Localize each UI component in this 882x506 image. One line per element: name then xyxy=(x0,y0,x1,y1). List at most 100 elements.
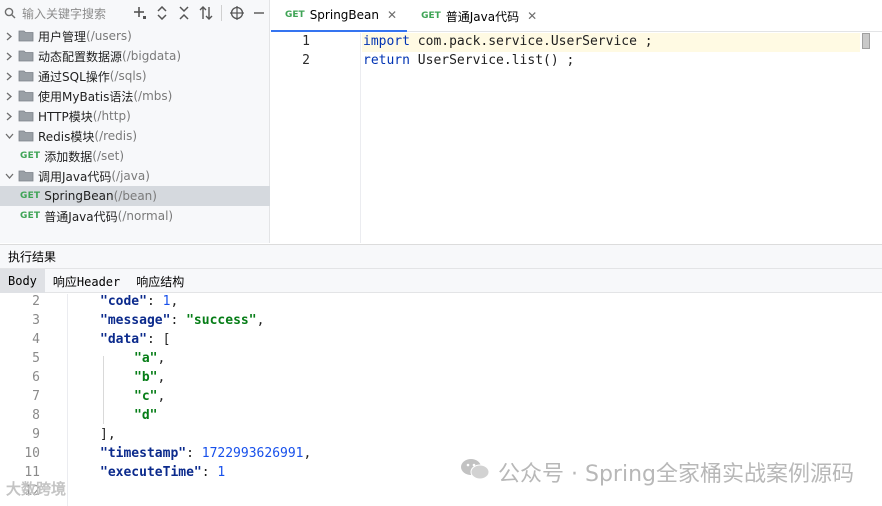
tree-folder-mbs[interactable]: 使用MyBatis语法 (/mbs) xyxy=(0,86,270,106)
tree-item-path: (/redis) xyxy=(94,129,138,143)
json-number: 1722993626991 xyxy=(201,446,304,461)
line-number: 10 xyxy=(24,446,40,461)
json-key: "executeTime" xyxy=(100,465,202,480)
code-line: return UserService.list() ; xyxy=(363,53,574,68)
wechat-watermark: 公众号 · Spring全家桶实战案例源码 xyxy=(460,456,854,488)
http-method-badge: GET xyxy=(421,11,441,21)
tree-item-path: (/mbs) xyxy=(133,89,173,103)
line-number: 7 xyxy=(32,389,40,404)
tab-response-structure[interactable]: 响应结构 xyxy=(128,269,192,293)
chevron-right-icon[interactable] xyxy=(4,31,14,41)
watermark-text: 公众号 · Spring全家桶实战案例源码 xyxy=(498,462,854,487)
json-key: "message" xyxy=(100,313,171,328)
tree-api-bean[interactable]: GET SpringBean (/bean) xyxy=(0,186,270,206)
folder-icon xyxy=(18,170,34,182)
line-number-gutter: 1 2 xyxy=(271,33,361,243)
line-number: 8 xyxy=(32,408,40,423)
results-header: 执行结果 xyxy=(0,244,882,268)
tree-folder-redis[interactable]: Redis模块 (/redis) xyxy=(0,126,270,146)
chevron-right-icon[interactable] xyxy=(4,51,14,61)
search-input[interactable]: 输入关键字搜索 xyxy=(22,5,130,22)
http-method-badge: GET xyxy=(20,191,41,201)
tree-item-path: (/bean) xyxy=(113,189,157,203)
folder-icon xyxy=(18,110,34,122)
tab-normal-java[interactable]: GET 普通Java代码 ✕ xyxy=(407,0,547,32)
json-string: "d" xyxy=(134,408,158,423)
tree-item-path: (/set) xyxy=(92,149,125,163)
chevron-right-icon[interactable] xyxy=(4,71,14,81)
tab-label: SpringBean xyxy=(309,8,379,22)
json-line: "c", xyxy=(134,389,166,404)
tree-item-label: 使用MyBatis语法 xyxy=(38,89,134,104)
wechat-icon xyxy=(460,457,490,487)
json-string: "c" xyxy=(134,389,158,404)
json-line: ], xyxy=(100,427,116,442)
http-method-badge: GET xyxy=(285,10,305,20)
code-keyword: import xyxy=(363,34,410,49)
json-number: 1 xyxy=(162,294,171,309)
tree-api-normal[interactable]: GET 普通Java代码 (/normal) xyxy=(0,206,270,226)
add-icon[interactable] xyxy=(130,2,152,24)
code-editor[interactable]: 1 2 import com.pack.service.UserService … xyxy=(271,33,882,243)
tab-springbean[interactable]: GET SpringBean ✕ xyxy=(271,0,408,32)
search-bar: 输入关键字搜索 xyxy=(0,0,270,26)
folder-icon xyxy=(18,30,34,42)
minimize-icon[interactable] xyxy=(248,2,270,24)
tree-folder-http[interactable]: HTTP模块 (/http) xyxy=(0,106,270,126)
folder-icon xyxy=(18,130,34,142)
json-number: 1 xyxy=(217,465,226,480)
line-number: 4 xyxy=(32,332,40,347)
code-line: import com.pack.service.UserService ; xyxy=(363,34,653,49)
json-line: "executeTime": 1 xyxy=(100,465,226,480)
close-icon[interactable]: ✕ xyxy=(387,8,397,22)
json-key: "code" xyxy=(100,294,147,309)
expand-collapse-icon[interactable] xyxy=(151,2,173,24)
tree-item-path: (/http) xyxy=(92,109,131,123)
tree-item-label: SpringBean xyxy=(44,189,114,203)
line-number: 9 xyxy=(32,427,40,442)
tab-label: 普通Java代码 xyxy=(445,9,520,24)
line-number: 1 xyxy=(302,34,310,49)
line-number: 5 xyxy=(32,351,40,366)
line-number: 2 xyxy=(302,53,310,68)
folder-icon xyxy=(18,70,34,82)
json-line: "data": [ xyxy=(100,332,171,347)
watermark-text: 大数跨境 xyxy=(6,480,67,498)
chevron-down-icon[interactable] xyxy=(4,131,14,141)
tree-item-label: 调用Java代码 xyxy=(38,169,112,184)
json-line: "timestamp": 1722993626991, xyxy=(100,446,312,461)
tree-item-path: (/normal) xyxy=(117,209,174,223)
chevron-right-icon[interactable] xyxy=(4,91,14,101)
tree-folder-users[interactable]: 用户管理 (/users) xyxy=(0,26,270,46)
indent-guide xyxy=(103,356,104,424)
tree-item-label: 添加数据 xyxy=(44,149,93,164)
toolbar-divider xyxy=(221,5,223,21)
close-icon[interactable]: ✕ xyxy=(527,9,537,23)
line-number: 2 xyxy=(32,294,40,309)
tree-folder-bigdata[interactable]: 动态配置数据源 (/bigdata) xyxy=(0,46,270,66)
tree-api-set[interactable]: GET 添加数据 (/set) xyxy=(0,146,270,166)
collapse-all-icon[interactable] xyxy=(173,2,195,24)
http-method-badge: GET xyxy=(20,151,41,161)
tree-item-path: (/sqls) xyxy=(109,69,147,83)
json-line: "a", xyxy=(134,351,166,366)
interface-tree: 用户管理 (/users) 动态配置数据源 (/bigdata) 通过SQL操作 (/… xyxy=(0,26,270,226)
chevron-right-icon[interactable] xyxy=(4,111,14,121)
tree-item-label: 通过SQL操作 xyxy=(38,69,110,84)
json-line: "message": "success", xyxy=(100,313,265,328)
folder-icon xyxy=(18,50,34,62)
chevron-down-icon[interactable] xyxy=(4,171,14,181)
scrollbar-marker[interactable] xyxy=(862,33,870,49)
http-method-badge: GET xyxy=(20,211,41,221)
json-string: "success" xyxy=(186,313,257,328)
tree-item-label: 动态配置数据源 xyxy=(38,49,123,64)
locate-icon[interactable] xyxy=(226,2,248,24)
tree-folder-sqls[interactable]: 通过SQL操作 (/sqls) xyxy=(0,66,270,86)
tree-item-label: 用户管理 xyxy=(38,29,87,44)
tab-body[interactable]: Body xyxy=(0,269,45,293)
tree-folder-java[interactable]: 调用Java代码 (/java) xyxy=(0,166,270,186)
sort-icon[interactable] xyxy=(195,2,217,24)
tab-response-header[interactable]: 响应Header xyxy=(45,269,128,293)
code-text: UserService.list() ; xyxy=(409,53,575,68)
json-key: "timestamp" xyxy=(100,446,187,461)
